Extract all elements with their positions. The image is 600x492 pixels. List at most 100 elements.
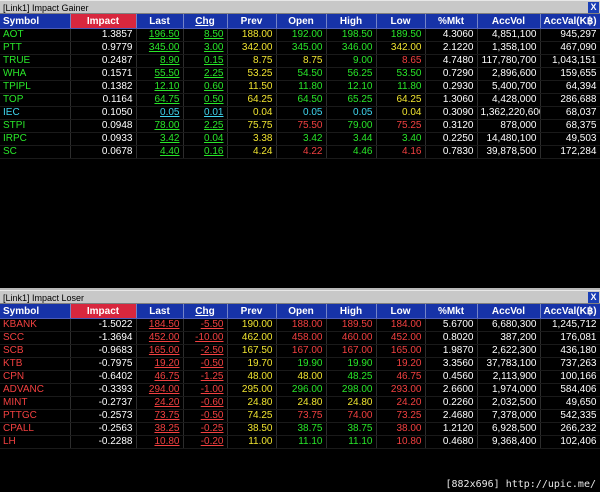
cell-mkt: 0.4560 [425,370,478,384]
cell-val: 1,245,712 [540,318,600,332]
cell-symbol[interactable]: PTT [0,41,71,55]
col-impact[interactable]: Impact [70,14,137,29]
loser-close-button[interactable]: X [588,292,599,303]
table-row[interactable]: LH -0.2288 10.80 -0.20 11.00 11.10 11.10 10.80 0… [0,435,600,449]
cell-vol: 6,680,300 [477,318,541,332]
cell-mkt: 0.3120 [425,119,478,133]
col-impact[interactable]: Impact [70,304,137,319]
cell-symbol[interactable]: AOT [0,28,71,42]
col-accval[interactable]: AccVal(K฿) [540,14,600,29]
col-mkt[interactable]: %Mkt [425,304,478,319]
cell-symbol[interactable]: TOP [0,93,71,107]
col-accval[interactable]: AccVal(K฿) [540,304,600,319]
col-prev[interactable]: Prev [227,14,277,29]
table-row[interactable]: PTT 0.9779 345.00 3.00 342.00 345.00 346.00 342… [0,41,600,55]
col-open[interactable]: Open [276,304,327,319]
cell-mkt: 1.3060 [425,93,478,107]
col-last[interactable]: Last [136,14,184,29]
gainer-close-button[interactable]: X [588,2,599,13]
cell-open: 3.42 [276,132,327,146]
table-row[interactable]: IRPC 0.0933 3.42 0.04 3.38 3.42 3.44 3.40 0.2250… [0,132,600,146]
cell-high: 198.50 [326,28,377,42]
cell-high: 460.00 [326,331,377,345]
col-prev[interactable]: Prev [227,304,277,319]
table-row[interactable]: TOP 0.1164 64.75 0.50 64.25 64.50 65.25 64.25 1.… [0,93,600,107]
table-row[interactable]: CPALL -0.2563 38.25 -0.25 38.50 38.75 38.75 38.… [0,422,600,436]
cell-low: 24.20 [376,396,426,410]
cell-symbol[interactable]: CPN [0,370,71,384]
cell-vol: 2,113,900 [477,370,541,384]
table-row[interactable]: KTB -0.7975 19.20 -0.50 19.70 19.90 19.90 19.20… [0,357,600,371]
cell-symbol[interactable]: LH [0,435,71,449]
cell-open: 188.00 [276,318,327,332]
cell-last: 73.75 [136,409,184,423]
cell-last: 78.00 [136,119,184,133]
cell-open: 54.50 [276,67,327,81]
cell-symbol[interactable]: TRUE [0,54,71,68]
cell-symbol[interactable]: IRPC [0,132,71,146]
cell-symbol[interactable]: KTB [0,357,71,371]
table-row[interactable]: SCC -1.3694 452.00 -10.00 462.00 458.00 460.00… [0,331,600,345]
col-symbol[interactable]: Symbol [0,304,71,319]
col-chg[interactable]: Chg [183,14,228,29]
cell-low: 293.00 [376,383,426,397]
cell-open: 75.50 [276,119,327,133]
cell-open: 24.80 [276,396,327,410]
table-row[interactable]: CPN -0.6402 46.75 -1.25 48.00 48.00 48.25 46.75… [0,370,600,384]
cell-symbol[interactable]: MINT [0,396,71,410]
col-symbol[interactable]: Symbol [0,14,71,29]
table-row[interactable]: AOT 1.3857 196.50 8.50 188.00 192.00 198.50 189… [0,28,600,42]
col-high[interactable]: High [326,14,377,29]
cell-prev: 188.00 [227,28,277,42]
loser-titlebar[interactable]: [Link1] Impact Loser X [0,290,600,304]
cell-open: 345.00 [276,41,327,55]
col-low[interactable]: Low [376,14,426,29]
table-row[interactable]: IEC 0.1050 0.05 0.01 0.04 0.05 0.05 0.04 0.3090 1… [0,106,600,120]
col-chg[interactable]: Chg [183,304,228,319]
cell-symbol[interactable]: PTTGC [0,409,71,423]
cell-symbol[interactable]: KBANK [0,318,71,332]
table-row[interactable]: SCB -0.9683 165.00 -2.50 167.50 167.00 167.00 1… [0,344,600,358]
col-open[interactable]: Open [276,14,327,29]
cell-impact: 0.0678 [70,145,137,159]
col-accvol[interactable]: AccVol [477,14,541,29]
cell-symbol[interactable]: TPIPL [0,80,71,94]
cell-symbol[interactable]: SC [0,145,71,159]
cell-symbol[interactable]: ADVANC [0,383,71,397]
cell-symbol[interactable]: IEC [0,106,71,120]
table-row[interactable]: ADVANC -0.3393 294.00 -1.00 295.00 296.00 298.… [0,383,600,397]
cell-val: 172,284 [540,145,600,159]
cell-impact: -1.3694 [70,331,137,345]
cell-vol: 14,480,100 [477,132,541,146]
cell-symbol[interactable]: CPALL [0,422,71,436]
table-row[interactable]: TPIPL 0.1382 12.10 0.60 11.50 11.80 12.10 11.80… [0,80,600,94]
cell-symbol[interactable]: STPI [0,119,71,133]
cell-open: 192.00 [276,28,327,42]
table-row[interactable]: TRUE 0.2487 8.90 0.15 8.75 8.75 9.00 8.65 4.7480… [0,54,600,68]
cell-last: 0.05 [136,106,184,120]
cell-mkt: 2.1220 [425,41,478,55]
table-row[interactable]: PTTGC -0.2573 73.75 -0.50 74.25 73.75 74.00 73.… [0,409,600,423]
col-last[interactable]: Last [136,304,184,319]
cell-val: 68,375 [540,119,600,133]
table-row[interactable]: MINT -0.2737 24.20 -0.60 24.80 24.80 24.80 24.2… [0,396,600,410]
cell-symbol[interactable]: WHA [0,67,71,81]
cell-prev: 462.00 [227,331,277,345]
col-accvol[interactable]: AccVol [477,304,541,319]
table-row[interactable]: WHA 0.1571 55.50 2.25 53.25 54.50 56.25 53.50 0.… [0,67,600,81]
cell-symbol[interactable]: SCB [0,344,71,358]
cell-vol: 2,032,500 [477,396,541,410]
table-row[interactable]: KBANK -1.5022 184.50 -5.50 190.00 188.00 189.5… [0,318,600,332]
cell-prev: 11.50 [227,80,277,94]
gainer-title: [Link1] Impact Gainer [3,3,89,13]
cell-mkt: 0.2250 [425,132,478,146]
table-row[interactable]: STPI 0.0948 78.00 2.25 75.75 75.50 79.00 75.25 0… [0,119,600,133]
gainer-titlebar[interactable]: [Link1] Impact Gainer X [0,0,600,14]
col-high[interactable]: High [326,304,377,319]
cell-symbol[interactable]: SCC [0,331,71,345]
table-row[interactable]: SC 0.0678 4.40 0.16 4.24 4.22 4.46 4.16 0.7830 39… [0,145,600,159]
col-mkt[interactable]: %Mkt [425,14,478,29]
col-low[interactable]: Low [376,304,426,319]
cell-last: 19.20 [136,357,184,371]
cell-impact: -0.2563 [70,422,137,436]
